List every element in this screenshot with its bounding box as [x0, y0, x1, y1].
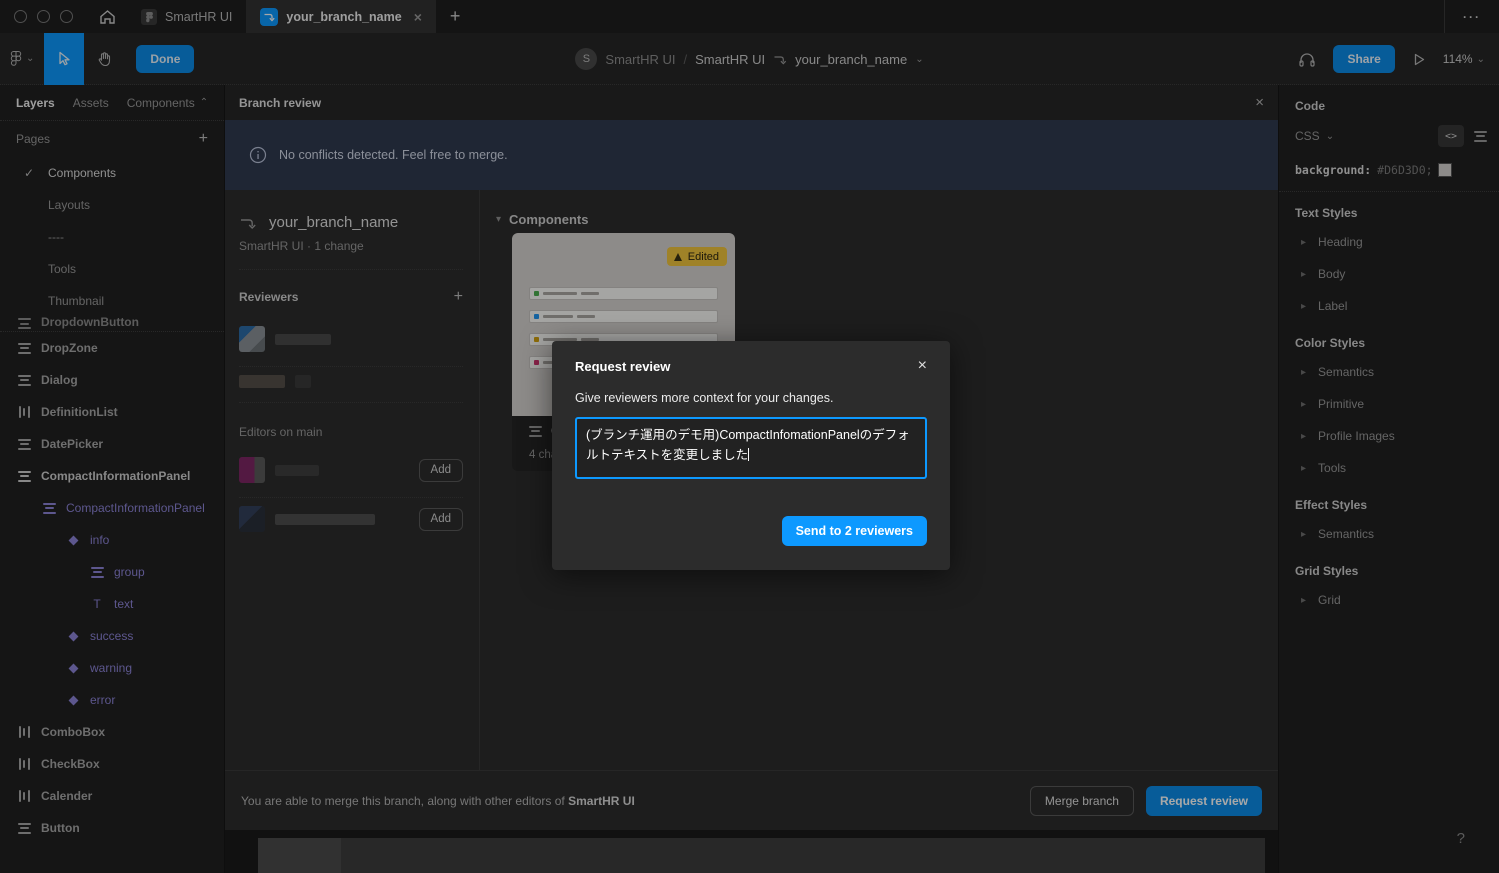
dialog-subtitle: Give reviewers more context for your cha…	[575, 375, 927, 417]
close-icon[interactable]: ×	[918, 357, 927, 375]
request-review-dialog: Request review × Give reviewers more con…	[552, 341, 950, 570]
dialog-title: Request review	[575, 359, 670, 374]
text-caret	[748, 448, 749, 461]
send-to-reviewers-button[interactable]: Send to 2 reviewers	[782, 516, 927, 546]
figma-app: SmartHR UI your_branch_name × + ··· ⌄	[0, 0, 1499, 873]
review-message-input[interactable]: (ブランチ運用のデモ用)CompactInfomationPanelのデフォルト…	[575, 417, 927, 479]
